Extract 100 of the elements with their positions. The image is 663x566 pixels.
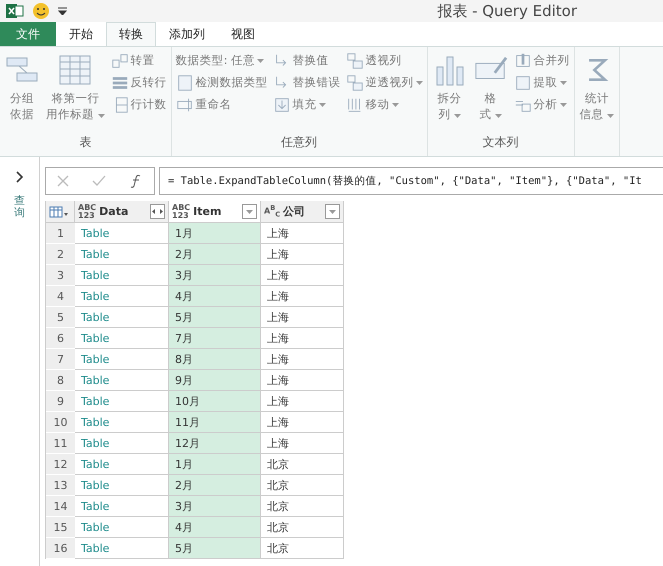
table-cell: 3月 xyxy=(169,496,261,517)
type-label[interactable]: ABC 123 xyxy=(172,204,190,219)
group-label: 任意列 xyxy=(280,134,318,151)
ribbon-button[interactable]: 统计 信息 xyxy=(576,51,618,124)
ribbon-button[interactable]: 替换错误 xyxy=(270,73,343,92)
table-cell: 2月 xyxy=(169,475,261,496)
smiley-icon[interactable] xyxy=(32,2,50,20)
caret-icon xyxy=(318,102,326,106)
ribbon-button[interactable]: 提取 xyxy=(512,73,572,92)
ribbon-button[interactable]: 数据类型: 任意 xyxy=(174,51,270,70)
column-header[interactable]: Item xyxy=(193,205,222,218)
filter-dropdown-button[interactable] xyxy=(325,204,340,219)
caret-icon xyxy=(257,58,264,62)
function-icon[interactable] xyxy=(128,174,143,188)
caret-icon xyxy=(494,114,502,118)
table-cell: 上海 xyxy=(261,223,344,244)
table-link[interactable]: Table xyxy=(75,265,169,286)
ribbon-button[interactable]: 将第一行 用作标题 xyxy=(43,51,108,124)
table-link[interactable]: Table xyxy=(75,223,169,244)
ribbon-button[interactable]: 替换值 xyxy=(270,51,343,70)
ribbon-button[interactable]: 逆透视列 xyxy=(344,73,425,92)
ribbon-button[interactable]: 格 式 xyxy=(470,51,511,124)
excel-logo-icon xyxy=(6,3,24,19)
ribbon-button[interactable]: 合并列 xyxy=(512,51,572,70)
expand-column-button[interactable] xyxy=(150,204,165,219)
queries-pane-label[interactable]: 查询 xyxy=(14,195,25,220)
row-number: 8 xyxy=(46,370,75,391)
row-number: 6 xyxy=(46,328,75,349)
group-label: 表 xyxy=(78,134,92,151)
filter-dropdown-button[interactable] xyxy=(242,204,257,219)
table-link[interactable]: Table xyxy=(75,517,169,538)
table-menu-icon[interactable] xyxy=(49,206,69,218)
table-cell: 5月 xyxy=(169,538,261,559)
caret-icon xyxy=(392,102,399,106)
row-number: 7 xyxy=(46,349,75,370)
table-cell: 北京 xyxy=(261,496,344,517)
ribbon-button[interactable]: 填充 xyxy=(270,95,343,114)
pivot-icon xyxy=(346,52,364,70)
table-link[interactable]: Table xyxy=(75,328,169,349)
row-number: 9 xyxy=(46,391,75,412)
table-link[interactable]: Table xyxy=(75,349,169,370)
table-link[interactable]: Table xyxy=(75,412,169,433)
ribbon-button[interactable]: 行计数 xyxy=(108,95,169,114)
ribbon-button[interactable]: 反转行 xyxy=(108,73,169,92)
column-header[interactable]: 公司 xyxy=(283,204,306,219)
table-cell: 1月 xyxy=(169,454,261,475)
ribbon-button[interactable]: 重命名 xyxy=(174,95,270,114)
row-number: 13 xyxy=(46,475,75,496)
formula-bar[interactable]: = Table.ExpandTableColumn(替换的值, "Custom", {"Data", "Item"}, {"Data", "It xyxy=(159,167,663,195)
ribbon-button[interactable]: 分析 xyxy=(512,95,572,114)
table-link[interactable]: Table xyxy=(75,370,169,391)
checkmark-icon[interactable] xyxy=(92,175,106,187)
expand-chevron-icon[interactable] xyxy=(16,171,24,183)
table-cell: 上海 xyxy=(261,391,344,412)
detect-type-icon xyxy=(176,74,194,92)
table-cell: 5月 xyxy=(169,307,261,328)
merge-columns-icon xyxy=(514,52,532,70)
table-cell: 北京 xyxy=(261,517,344,538)
table-cell: 上海 xyxy=(261,244,344,265)
table-link[interactable]: Table xyxy=(75,244,169,265)
type-label[interactable]: ABC 123 xyxy=(78,204,96,219)
table-cell: 北京 xyxy=(261,454,344,475)
caret-icon xyxy=(560,102,567,106)
file-tab[interactable]: 文件 xyxy=(0,22,56,46)
window-title: 报表 - Query Editor xyxy=(437,2,577,20)
table-link[interactable]: Table xyxy=(75,496,169,517)
row-number: 15 xyxy=(46,517,75,538)
ribbon-button[interactable]: 检测数据类型 xyxy=(174,73,270,92)
table-link[interactable]: Table xyxy=(75,286,169,307)
caret-icon xyxy=(454,114,461,118)
table-link[interactable]: Table xyxy=(75,454,169,475)
table-cell: 上海 xyxy=(261,265,344,286)
table-cell: 9月 xyxy=(169,370,261,391)
table-icon xyxy=(58,53,92,87)
ribbon-button[interactable]: 转置 xyxy=(108,51,169,70)
caret-icon xyxy=(98,114,105,118)
column-header[interactable]: Data xyxy=(99,205,128,218)
ribbon-button[interactable]: 移动 xyxy=(344,95,425,114)
table-cell: 北京 xyxy=(261,475,344,496)
table-cell: 上海 xyxy=(261,286,344,307)
table-cell: 2月 xyxy=(169,244,261,265)
table-cell: 上海 xyxy=(261,328,344,349)
table-link[interactable]: Table xyxy=(75,475,169,496)
table-cell: 3月 xyxy=(169,265,261,286)
ribbon-button[interactable]: 透视列 xyxy=(344,51,425,70)
row-number: 2 xyxy=(46,244,75,265)
fill-down-icon xyxy=(272,96,291,114)
group-label: 文本列 xyxy=(482,134,520,151)
row-number: 3 xyxy=(46,265,75,286)
table-link[interactable]: Table xyxy=(75,391,169,412)
extract-icon xyxy=(514,74,532,92)
ribbon-tab[interactable]: 转换 xyxy=(106,22,156,46)
customize-toolbar-icon[interactable] xyxy=(58,7,67,15)
ribbon-button[interactable]: 分组 依据 xyxy=(2,51,42,124)
table-link[interactable]: Table xyxy=(75,433,169,454)
table-cell: 1月 xyxy=(169,223,261,244)
table-link[interactable]: Table xyxy=(75,307,169,328)
table-link[interactable]: Table xyxy=(75,538,169,559)
table-cell: 10月 xyxy=(169,391,261,412)
ribbon-button[interactable]: 拆分 列 xyxy=(430,51,470,124)
